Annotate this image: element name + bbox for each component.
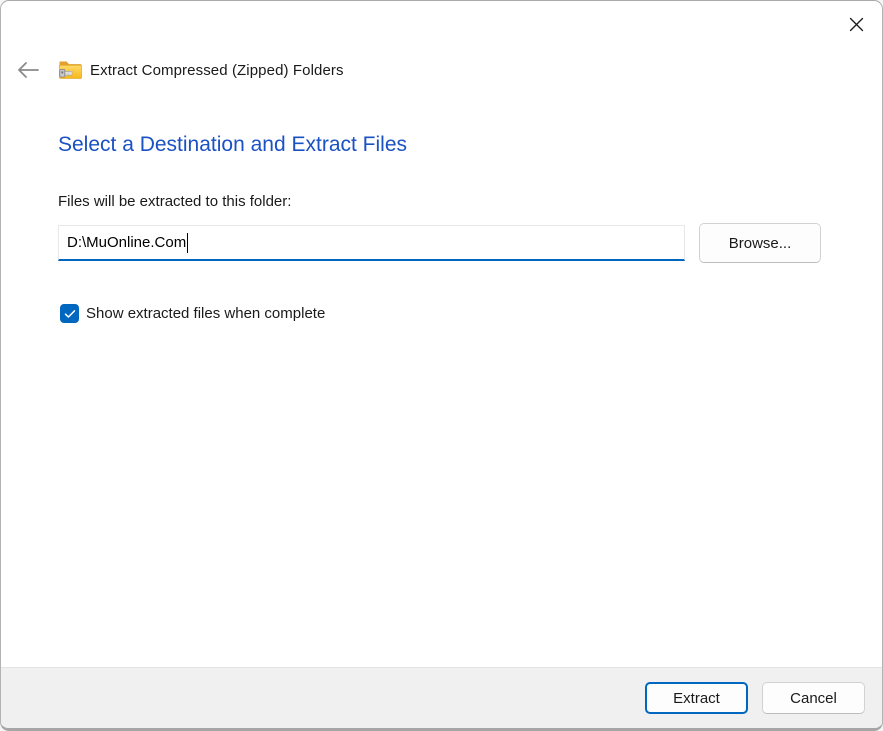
wizard-title: Extract Compressed (Zipped) Folders [90,62,344,79]
destination-label: Files will be extracted to this folder: [58,193,291,210]
browse-button[interactable]: Browse... [699,223,821,263]
close-icon [849,17,864,32]
extract-wizard-window: Extract Compressed (Zipped) Folders Sele… [0,0,883,731]
back-arrow-icon [16,61,40,79]
checkmark-icon [64,309,76,319]
extract-button[interactable]: Extract [645,682,748,714]
text-caret [187,233,188,253]
show-files-checkbox-label[interactable]: Show extracted files when complete [86,305,325,322]
destination-input[interactable]: D:\MuOnline.Com [58,225,685,261]
destination-input-value: D:\MuOnline.Com [67,234,186,251]
close-button[interactable] [840,9,872,39]
zipped-folder-icon [58,58,83,82]
back-button[interactable] [15,57,41,83]
show-files-checkbox-row: Show extracted files when complete [60,304,325,323]
footer-bar: Extract Cancel [1,667,882,728]
page-title: Select a Destination and Extract Files [58,133,407,157]
wizard-header: Extract Compressed (Zipped) Folders [15,57,862,83]
show-files-checkbox[interactable] [60,304,79,323]
cancel-button[interactable]: Cancel [762,682,865,714]
